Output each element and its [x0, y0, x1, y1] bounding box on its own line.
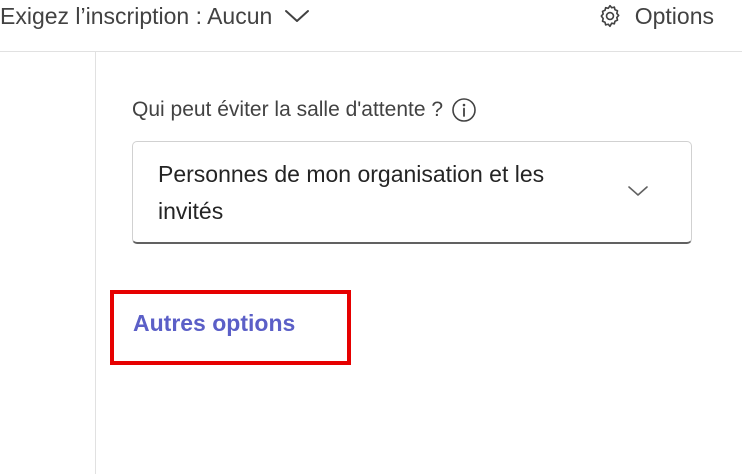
- gear-icon: [597, 3, 623, 29]
- dropdown-selected-value: Personnes de mon organisation et les inv…: [158, 161, 545, 224]
- vertical-divider: [95, 52, 96, 474]
- registration-selector[interactable]: Exigez l’inscription : Aucun: [0, 0, 310, 32]
- registration-label: Exigez l’inscription : Aucun: [0, 2, 273, 29]
- options-button[interactable]: Options: [597, 0, 714, 32]
- chevron-down-icon: [627, 184, 649, 198]
- options-label: Options: [634, 2, 714, 29]
- more-options-link[interactable]: Autres options: [133, 310, 295, 337]
- meeting-options-panel: Exigez l’inscription : Aucun Options Qui…: [0, 0, 742, 474]
- lobby-bypass-dropdown[interactable]: Personnes de mon organisation et les inv…: [132, 141, 692, 244]
- info-icon[interactable]: [451, 97, 477, 123]
- top-bar: Exigez l’inscription : Aucun Options: [0, 0, 742, 52]
- chevron-down-icon: [284, 8, 310, 24]
- lobby-bypass-label: Qui peut éviter la salle d'attente ?: [132, 97, 477, 123]
- lobby-question: Qui peut éviter la salle d'attente ?: [132, 98, 444, 121]
